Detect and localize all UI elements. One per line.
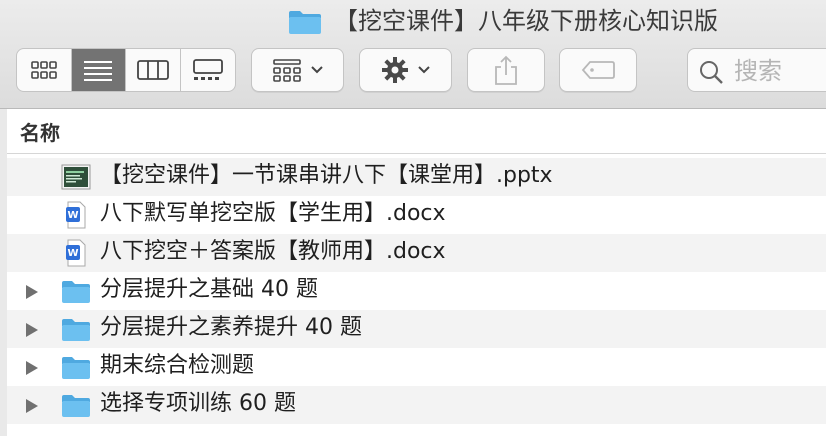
list-item[interactable]: W 八下挖空＋答案版【教师用】.docx	[7, 234, 826, 272]
file-name: 选择专项训练 60 题	[100, 391, 296, 416]
group-by-button[interactable]	[251, 48, 344, 92]
search-input[interactable]	[732, 55, 826, 87]
svg-text:W: W	[67, 248, 78, 259]
disclosure-triangle-icon[interactable]	[25, 398, 39, 414]
docx-file-icon: W	[66, 201, 86, 229]
svg-text:W: W	[67, 210, 78, 221]
view-mode-control[interactable]	[16, 48, 236, 92]
column-view-button[interactable]	[126, 49, 181, 91]
window-title: 【挖空课件】八年级下册核心知识版	[334, 7, 718, 35]
list-item[interactable]: 期末综合检测题	[7, 348, 826, 386]
name-column-header[interactable]: 名称	[20, 117, 60, 146]
folder-icon	[62, 281, 90, 303]
share-button[interactable]	[467, 48, 545, 92]
disclosure-triangle-icon[interactable]	[25, 360, 39, 376]
disclosure-triangle-icon[interactable]	[25, 322, 39, 338]
disclosure-triangle-icon[interactable]	[25, 284, 39, 300]
pptx-file-icon	[61, 164, 91, 190]
docx-file-icon: W	[66, 239, 86, 267]
file-name: 八下默写单挖空版【学生用】.docx	[100, 201, 446, 226]
file-name: 分层提升之素养提升 40 题	[100, 315, 362, 340]
column-header: 名称	[0, 109, 826, 154]
folder-icon	[62, 319, 90, 341]
gallery-view-button[interactable]	[181, 49, 236, 91]
file-list: 【挖空课件】一节课串讲八下【课堂用】.pptx W 八下默写单挖空版【学生用】.…	[7, 158, 826, 424]
title-bar: 【挖空课件】八年级下册核心知识版	[0, 0, 826, 44]
file-name: 分层提升之基础 40 题	[100, 277, 318, 302]
list-item[interactable]: 分层提升之素养提升 40 题	[7, 310, 826, 348]
sidebar-edge	[0, 109, 7, 436]
group-icon	[272, 59, 301, 82]
folder-icon	[62, 357, 90, 379]
search-icon	[700, 61, 723, 84]
list-icon	[84, 61, 113, 81]
tag-button[interactable]	[559, 48, 637, 92]
list-item[interactable]: 【挖空课件】一节课串讲八下【课堂用】.pptx	[7, 158, 826, 196]
gallery-icon	[192, 59, 223, 80]
chevron-down-icon	[310, 66, 323, 74]
file-name: 期末综合检测题	[100, 353, 255, 378]
grid-icon	[30, 61, 57, 79]
file-name: 八下挖空＋答案版【教师用】.docx	[100, 239, 446, 264]
finder-toolbar: 【挖空课件】八年级下册核心知识版	[0, 0, 826, 109]
list-item[interactable]: W 八下默写单挖空版【学生用】.docx	[7, 196, 826, 234]
gear-icon	[381, 57, 408, 83]
share-icon	[495, 55, 517, 85]
list-item[interactable]: 选择专项训练 60 题	[7, 386, 826, 424]
chevron-down-icon	[417, 66, 430, 74]
search-field[interactable]	[687, 48, 826, 92]
columns-icon	[136, 60, 169, 80]
list-item[interactable]: 分层提升之基础 40 题	[7, 272, 826, 310]
icon-view-button[interactable]	[17, 49, 72, 91]
tag-icon	[581, 61, 615, 79]
list-view-button[interactable]	[71, 49, 126, 91]
folder-icon	[62, 395, 90, 417]
file-name: 【挖空课件】一节课串讲八下【课堂用】.pptx	[100, 163, 553, 188]
action-button[interactable]	[359, 48, 452, 92]
folder-icon	[289, 11, 321, 34]
